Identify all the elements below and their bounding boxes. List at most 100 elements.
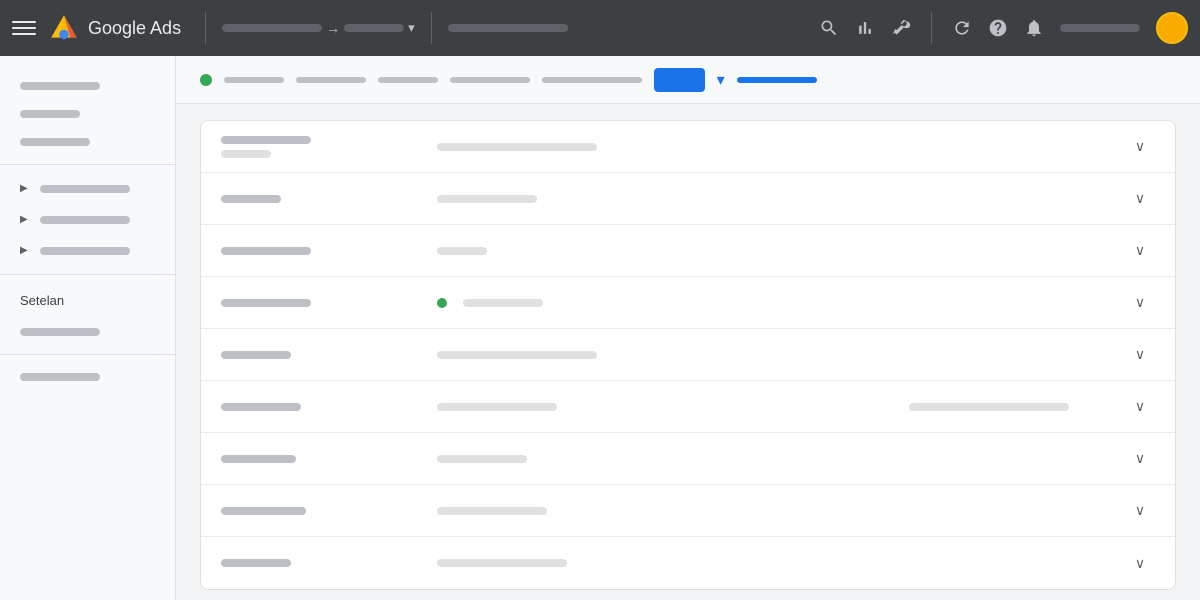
row-col-2 xyxy=(437,195,893,203)
refresh-icon[interactable] xyxy=(952,18,972,38)
row-col-1 xyxy=(221,299,421,307)
sidebar-item-5[interactable]: ▶ xyxy=(0,204,175,235)
table-row[interactable]: ∨ xyxy=(201,433,1175,485)
status-dot xyxy=(200,74,212,86)
row-chevron[interactable]: ∨ xyxy=(1125,398,1155,415)
row-col-1 xyxy=(221,559,421,567)
breadcrumb-dropdown[interactable]: ▾ xyxy=(344,20,415,36)
table-row[interactable]: ∨ xyxy=(201,121,1175,173)
row-col-2 xyxy=(437,403,893,411)
table-row[interactable]: ∨ xyxy=(201,329,1175,381)
chevron-down-icon: ∨ xyxy=(1135,190,1145,207)
table-row[interactable]: ∨ xyxy=(201,537,1175,589)
chevron-down-icon: ∨ xyxy=(1135,138,1145,155)
nav-divider-2 xyxy=(431,12,432,44)
sidebar-label-8 xyxy=(20,373,100,381)
sub-navigation: ▾ xyxy=(176,56,1200,104)
row-chevron[interactable]: ∨ xyxy=(1125,294,1155,311)
sidebar-item-6[interactable]: ▶ xyxy=(0,235,175,266)
chevron-down-icon: ∨ xyxy=(1135,294,1145,311)
row-with-status xyxy=(437,298,893,308)
bar-chart-icon[interactable] xyxy=(855,18,875,38)
row-chevron[interactable]: ∨ xyxy=(1125,346,1155,363)
account-label xyxy=(1060,24,1140,32)
top-navigation: Google Ads → ▾ xyxy=(0,0,1200,56)
sidebar-label-3 xyxy=(20,138,90,146)
chevron-down-icon: ∨ xyxy=(1135,398,1145,415)
row-chevron[interactable]: ∨ xyxy=(1125,502,1155,519)
chevron-down-icon-subnav: ▾ xyxy=(717,70,725,90)
chevron-down-icon: ∨ xyxy=(1135,242,1145,259)
sidebar-item-8[interactable] xyxy=(0,363,175,391)
row-col-2 xyxy=(437,143,893,151)
chevron-down-icon: ∨ xyxy=(1135,555,1145,572)
chevron-down-icon: ∨ xyxy=(1135,502,1145,519)
row-col-2 xyxy=(437,247,893,255)
row-chevron[interactable]: ∨ xyxy=(1125,555,1155,572)
hamburger-menu[interactable] xyxy=(12,16,36,40)
sidebar-item-7[interactable] xyxy=(0,318,175,346)
table-row[interactable]: ∨ xyxy=(201,173,1175,225)
row-col-2 xyxy=(437,507,893,515)
table-row[interactable]: ∨ xyxy=(201,381,1175,433)
app-logo: Google Ads xyxy=(48,12,181,44)
sidebar-item-1[interactable] xyxy=(0,72,175,100)
row-col-1 xyxy=(221,136,421,158)
search-icon[interactable] xyxy=(819,18,839,38)
nav-divider-3 xyxy=(931,12,932,44)
chevron-down-icon: ∨ xyxy=(1135,346,1145,363)
table-row[interactable]: ∨ xyxy=(201,485,1175,537)
sidebar-settings[interactable]: Setelan xyxy=(0,283,175,318)
chevron-right-icon-5: ▶ xyxy=(20,214,28,225)
row-col-2 xyxy=(437,559,893,567)
nav-search-bar xyxy=(448,24,568,32)
subnav-item-1[interactable] xyxy=(224,77,284,83)
bell-icon[interactable] xyxy=(1024,18,1044,38)
subnav-link[interactable] xyxy=(737,77,817,83)
main-content: ▾ ∨ xyxy=(176,56,1200,600)
breadcrumb-sub-text xyxy=(344,24,404,32)
row-col-1 xyxy=(221,455,421,463)
breadcrumb: → ▾ xyxy=(222,20,415,36)
nav-right-section xyxy=(819,12,1188,44)
subnav-active-button[interactable] xyxy=(654,68,705,92)
help-icon[interactable] xyxy=(988,18,1008,38)
subnav-item-2[interactable] xyxy=(296,77,366,83)
sidebar-label-1 xyxy=(20,82,100,90)
sidebar-label-4 xyxy=(40,185,130,193)
chevron-down-icon: ▾ xyxy=(408,20,415,36)
sidebar-label-7 xyxy=(20,328,100,336)
app-title: Google Ads xyxy=(88,18,181,39)
subnav-dropdown[interactable]: ▾ xyxy=(717,70,725,90)
campaigns-table: ∨ ∨ ∨ xyxy=(200,120,1176,590)
chevron-right-icon-6: ▶ xyxy=(20,245,28,256)
sidebar-label-6 xyxy=(40,247,130,255)
google-ads-logo-icon xyxy=(48,12,80,44)
wrench-icon[interactable] xyxy=(891,18,911,38)
user-avatar[interactable] xyxy=(1156,12,1188,44)
row-chevron[interactable]: ∨ xyxy=(1125,138,1155,155)
row-col-1 xyxy=(221,507,421,515)
sidebar-divider-3 xyxy=(0,354,175,355)
table-row[interactable]: ∨ xyxy=(201,225,1175,277)
row-col-2 xyxy=(437,351,893,359)
row-col-2 xyxy=(437,298,893,308)
sidebar-item-2[interactable] xyxy=(0,100,175,128)
sidebar-item-3[interactable] xyxy=(0,128,175,156)
chevron-right-icon-4: ▶ xyxy=(20,183,28,194)
nav-divider-1 xyxy=(205,12,206,44)
row-col-3 xyxy=(909,403,1109,411)
row-chevron[interactable]: ∨ xyxy=(1125,190,1155,207)
sidebar-item-4[interactable]: ▶ xyxy=(0,173,175,204)
subnav-item-4[interactable] xyxy=(450,77,530,83)
table-row[interactable]: ∨ xyxy=(201,277,1175,329)
row-col-1 xyxy=(221,195,421,203)
sidebar: ▶ ▶ ▶ Setelan xyxy=(0,56,176,600)
subnav-item-5[interactable] xyxy=(542,77,642,83)
row-chevron[interactable]: ∨ xyxy=(1125,450,1155,467)
subnav-item-3[interactable] xyxy=(378,77,438,83)
breadcrumb-text xyxy=(222,24,322,32)
sidebar-label-2 xyxy=(20,110,80,118)
sidebar-label-5 xyxy=(40,216,130,224)
row-chevron[interactable]: ∨ xyxy=(1125,242,1155,259)
